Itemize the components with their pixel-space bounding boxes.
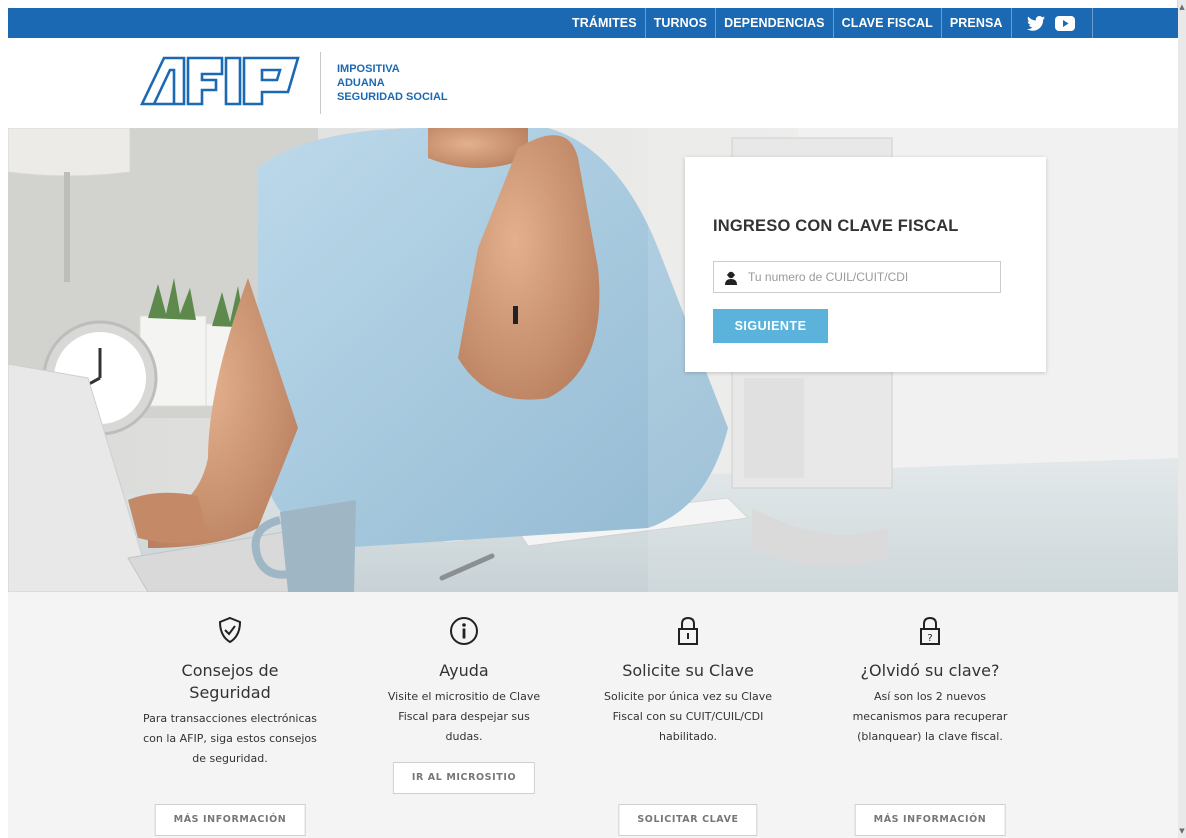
logo-divider bbox=[320, 52, 321, 114]
feature-solicite-clave: Solicite su Clave Solicite por única vez… bbox=[588, 616, 788, 836]
feature-title: Ayuda bbox=[439, 661, 489, 680]
window-frame-top bbox=[0, 0, 1186, 8]
svg-text:?: ? bbox=[927, 633, 932, 644]
nav-link-turnos[interactable]: TURNOS bbox=[646, 8, 717, 38]
nav-link-prensa[interactable]: PRENSA bbox=[942, 8, 1012, 38]
info-icon bbox=[364, 616, 564, 646]
ir-al-micrositio-button[interactable]: IR AL MICROSITIO bbox=[392, 762, 536, 794]
twitter-icon[interactable] bbox=[1026, 15, 1045, 31]
agency-areas: IMPOSITIVA ADUANA SEGURIDAD SOCIAL bbox=[337, 62, 448, 104]
user-icon bbox=[724, 270, 738, 289]
area-aduana: ADUANA bbox=[337, 77, 385, 89]
site-header: IMPOSITIVA ADUANA SEGURIDAD SOCIAL bbox=[8, 38, 1178, 129]
scroll-down-arrow-icon[interactable]: ▼ bbox=[1178, 826, 1186, 836]
area-seguridad-social: SEGURIDAD SOCIAL bbox=[337, 91, 448, 103]
login-card: INGRESO CON CLAVE FISCAL SIGUIENTE bbox=[685, 157, 1046, 372]
cuit-input-wrapper[interactable] bbox=[713, 261, 1001, 293]
social-links bbox=[1012, 8, 1093, 38]
feature-description: Solicite por única vez su Clave Fiscal c… bbox=[603, 690, 773, 743]
afip-logo[interactable] bbox=[139, 52, 304, 112]
nav-link-clave-fiscal[interactable]: CLAVE FISCAL bbox=[834, 8, 942, 38]
lock-icon bbox=[588, 616, 788, 646]
mas-informacion-recuperar-button[interactable]: MÁS INFORMACIÓN bbox=[854, 804, 1006, 836]
cuit-input[interactable] bbox=[746, 262, 998, 292]
nav-link-tramites[interactable]: TRÁMITES bbox=[564, 8, 646, 38]
solicitar-clave-button[interactable]: SOLICITAR CLAVE bbox=[618, 804, 758, 836]
scroll-up-arrow-icon[interactable]: ▲ bbox=[1178, 2, 1186, 12]
feature-description: Así son los 2 nuevos mecanismos para rec… bbox=[852, 690, 1008, 743]
features-section: Consejos de Seguridad Para transacciones… bbox=[8, 592, 1178, 838]
feature-title: Solicite su Clave bbox=[622, 661, 754, 680]
top-nav-menu: TRÁMITES TURNOS DEPENDENCIAS CLAVE FISCA… bbox=[564, 8, 1093, 38]
login-title: INGRESO CON CLAVE FISCAL bbox=[713, 217, 959, 235]
mas-informacion-seguridad-button[interactable]: MÁS INFORMACIÓN bbox=[154, 804, 306, 836]
feature-title: ¿Olvidó su clave? bbox=[860, 661, 1000, 680]
feature-ayuda: Ayuda Visite el micrositio de Clave Fisc… bbox=[364, 616, 564, 794]
vertical-scrollbar[interactable]: ▲ ▼ bbox=[1177, 0, 1186, 838]
feature-description: Para transacciones electrónicas con la A… bbox=[142, 712, 318, 765]
feature-consejos-seguridad: Consejos de Seguridad Para transacciones… bbox=[130, 616, 330, 836]
feature-olvido-clave: ? ¿Olvidó su clave? Así son los 2 nuevos… bbox=[830, 616, 1030, 836]
nav-link-dependencias[interactable]: DEPENDENCIAS bbox=[716, 8, 834, 38]
lock-question-icon: ? bbox=[830, 616, 1030, 646]
youtube-icon[interactable] bbox=[1054, 15, 1075, 31]
feature-title: Consejos de Seguridad bbox=[181, 661, 279, 702]
siguiente-button[interactable]: SIGUIENTE bbox=[713, 309, 828, 343]
area-impositiva: IMPOSITIVA bbox=[337, 63, 400, 75]
window-frame-left bbox=[0, 0, 8, 838]
shield-check-icon bbox=[130, 616, 330, 646]
page: ▲ ▼ TRÁMITES TURNOS DEPENDENCIAS CLAVE F… bbox=[0, 0, 1186, 838]
top-nav-bar: TRÁMITES TURNOS DEPENDENCIAS CLAVE FISCA… bbox=[8, 8, 1178, 38]
feature-description: Visite el micrositio de Clave Fiscal par… bbox=[387, 690, 541, 743]
